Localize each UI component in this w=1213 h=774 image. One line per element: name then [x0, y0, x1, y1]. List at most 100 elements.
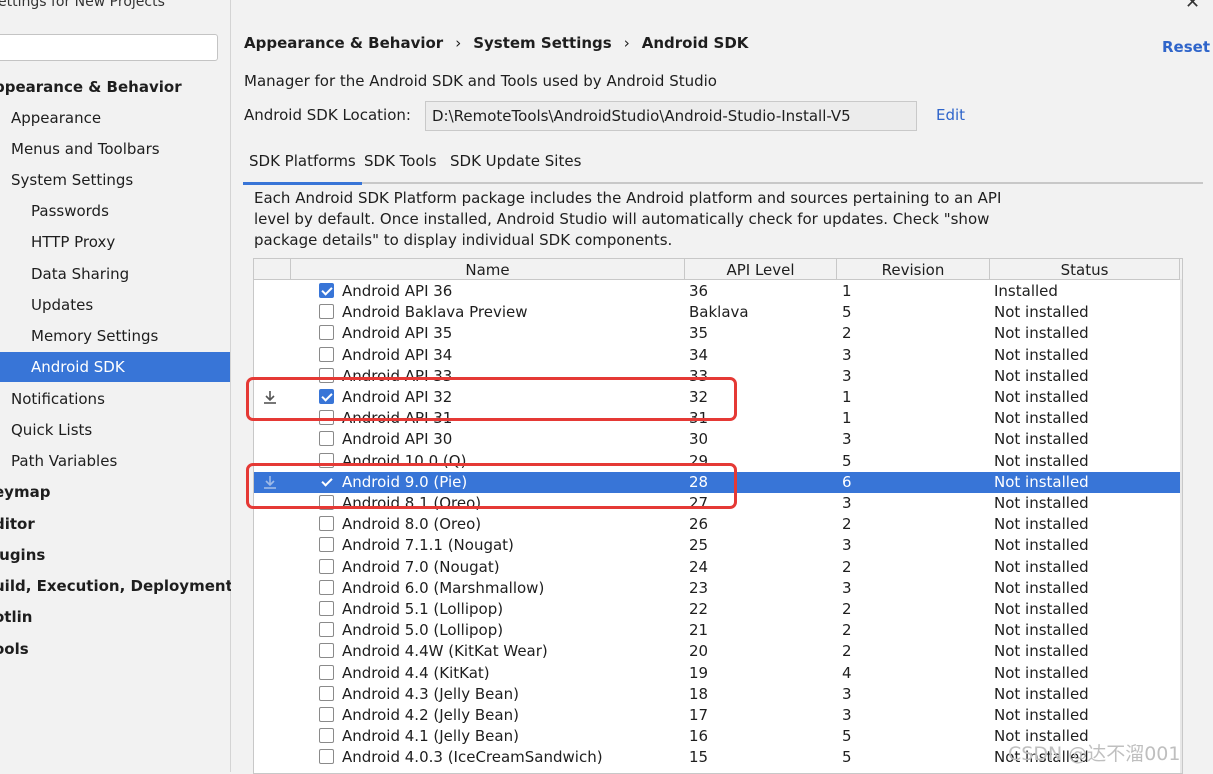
- package-name: Android 6.0 (Marshmallow): [342, 579, 545, 597]
- row-checkbox[interactable]: [319, 643, 334, 658]
- tab-sdk-update-sites[interactable]: SDK Update Sites: [444, 148, 587, 182]
- row-checkbox[interactable]: [319, 304, 334, 319]
- api-level: 19: [689, 664, 709, 682]
- revision: 2: [842, 324, 852, 342]
- revision: 2: [842, 600, 852, 618]
- table-row[interactable]: Android 7.1.1 (Nougat) 25 3 Not installed: [254, 535, 1180, 556]
- sidebar-item[interactable]: otlin: [0, 602, 224, 632]
- install-status: Not installed: [994, 558, 1089, 576]
- sidebar-item[interactable]: ppearance & Behavior: [0, 72, 224, 102]
- table-row[interactable]: Android API 30 30 3 Not installed: [254, 429, 1180, 450]
- breadcrumb-item[interactable]: Appearance & Behavior: [244, 34, 443, 52]
- search-input[interactable]: [0, 34, 218, 61]
- tab-sdk-tools[interactable]: SDK Tools: [358, 148, 443, 182]
- row-checkbox[interactable]: [319, 707, 334, 722]
- table-row[interactable]: Android 4.4 (KitKat) 19 4 Not installed: [254, 663, 1180, 684]
- table-row[interactable]: Android API 34 34 3 Not installed: [254, 345, 1180, 366]
- watermark: CSDN @达不溜001: [1008, 743, 1181, 765]
- row-checkbox[interactable]: [319, 665, 334, 680]
- revision: 2: [842, 515, 852, 533]
- sidebar-item[interactable]: ools: [0, 634, 224, 664]
- tab-sdk-platforms[interactable]: SDK Platforms: [243, 148, 362, 185]
- sidebar-item[interactable]: Updates: [0, 290, 230, 320]
- table-header: Name API Level Revision Status: [254, 259, 1182, 280]
- reset-link[interactable]: Reset: [1162, 38, 1210, 56]
- table-row[interactable]: Android 4.2 (Jelly Bean) 17 3 Not installed: [254, 705, 1180, 726]
- table-row[interactable]: Android 7.0 (Nougat) 24 2 Not installed: [254, 557, 1180, 578]
- package-name: Android 5.1 (Lollipop): [342, 600, 504, 618]
- column-header-status[interactable]: Status: [990, 259, 1180, 279]
- breadcrumb-item[interactable]: System Settings: [473, 34, 612, 52]
- revision: 5: [842, 727, 852, 745]
- sidebar-item[interactable]: Menus and Toolbars: [0, 134, 230, 164]
- sidebar-item[interactable]: System Settings: [0, 165, 230, 195]
- revision: 5: [842, 452, 852, 470]
- revision: 4: [842, 664, 852, 682]
- row-checkbox[interactable]: [319, 347, 334, 362]
- table-row[interactable]: Android 5.1 (Lollipop) 22 2 Not installed: [254, 599, 1180, 620]
- close-icon[interactable]: ✕: [1185, 0, 1200, 13]
- row-checkbox[interactable]: [319, 283, 334, 298]
- table-row[interactable]: Android API 36 36 1 Installed: [254, 281, 1180, 302]
- sidebar-item[interactable]: Quick Lists: [0, 415, 230, 445]
- table-row[interactable]: Android Baklava Preview Baklava 5 Not insta…: [254, 302, 1180, 323]
- revision: 3: [842, 706, 852, 724]
- breadcrumb: Appearance & Behavior › System Settings › An…: [244, 34, 748, 52]
- package-name: Android 4.0.3 (IceCreamSandwich): [342, 748, 603, 766]
- revision: 5: [842, 303, 852, 321]
- sidebar-item[interactable]: lugins: [0, 540, 224, 570]
- highlight-box-android-9: [246, 463, 737, 509]
- package-name: Android 4.2 (Jelly Bean): [342, 706, 519, 724]
- api-level: 22: [689, 600, 709, 618]
- api-level: 20: [689, 642, 709, 660]
- column-header-revision[interactable]: Revision: [837, 259, 990, 279]
- table-row[interactable]: Android API 35 35 2 Not installed: [254, 323, 1180, 344]
- api-level: 34: [689, 346, 709, 364]
- sidebar-item[interactable]: Path Variables: [0, 446, 230, 476]
- table-row[interactable]: Android 6.0 (Marshmallow) 23 3 Not installe…: [254, 578, 1180, 599]
- api-level: 24: [689, 558, 709, 576]
- table-row[interactable]: Android 5.0 (Lollipop) 21 2 Not installed: [254, 620, 1180, 641]
- install-status: Not installed: [994, 430, 1089, 448]
- install-status: Not installed: [994, 303, 1089, 321]
- vertical-scrollbar[interactable]: [1180, 279, 1183, 773]
- row-checkbox[interactable]: [319, 686, 334, 701]
- row-checkbox[interactable]: [319, 559, 334, 574]
- sdk-location-field[interactable]: D:\RemoteTools\AndroidStudio\Android-Stu…: [425, 101, 917, 131]
- sidebar-item[interactable]: eymap: [0, 477, 224, 507]
- install-status: Not installed: [994, 600, 1089, 618]
- sidebar-item[interactable]: Notifications: [0, 384, 230, 414]
- table-row[interactable]: Android 8.0 (Oreo) 26 2 Not installed: [254, 514, 1180, 535]
- package-name: Android 8.0 (Oreo): [342, 515, 482, 533]
- package-name: Android 7.1.1 (Nougat): [342, 536, 514, 554]
- row-checkbox[interactable]: [319, 728, 334, 743]
- edit-location-link[interactable]: Edit: [936, 106, 965, 124]
- scrollbar-thumb[interactable]: [1182, 281, 1183, 631]
- row-checkbox[interactable]: [319, 431, 334, 446]
- table-row[interactable]: Android 4.4W (KitKat Wear) 20 2 Not install…: [254, 641, 1180, 662]
- sidebar-item[interactable]: Data Sharing: [0, 259, 230, 289]
- row-checkbox[interactable]: [319, 580, 334, 595]
- api-level: 16: [689, 727, 709, 745]
- row-checkbox[interactable]: [319, 622, 334, 637]
- package-name: Android 7.0 (Nougat): [342, 558, 500, 576]
- sidebar-item[interactable]: ditor: [0, 509, 224, 539]
- row-checkbox[interactable]: [319, 325, 334, 340]
- column-header-name[interactable]: Name: [291, 259, 685, 279]
- row-checkbox[interactable]: [319, 516, 334, 531]
- row-checkbox[interactable]: [319, 601, 334, 616]
- table-row[interactable]: Android 4.3 (Jelly Bean) 18 3 Not installed: [254, 684, 1180, 705]
- row-checkbox[interactable]: [319, 537, 334, 552]
- sidebar-item[interactable]: Android SDK: [0, 352, 230, 382]
- sidebar-item[interactable]: Passwords: [0, 196, 230, 226]
- row-checkbox[interactable]: [319, 749, 334, 764]
- sidebar-item[interactable]: Memory Settings: [0, 321, 230, 351]
- package-name: Android 5.0 (Lollipop): [342, 621, 504, 639]
- column-header-api-level[interactable]: API Level: [685, 259, 837, 279]
- breadcrumb-separator: ›: [623, 34, 630, 52]
- sidebar-item[interactable]: HTTP Proxy: [0, 227, 230, 257]
- sidebar-item[interactable]: uild, Execution, Deployment: [0, 571, 233, 601]
- api-level: Baklava: [689, 303, 749, 321]
- install-status: Not installed: [994, 473, 1089, 491]
- sidebar-item[interactable]: Appearance: [0, 103, 230, 133]
